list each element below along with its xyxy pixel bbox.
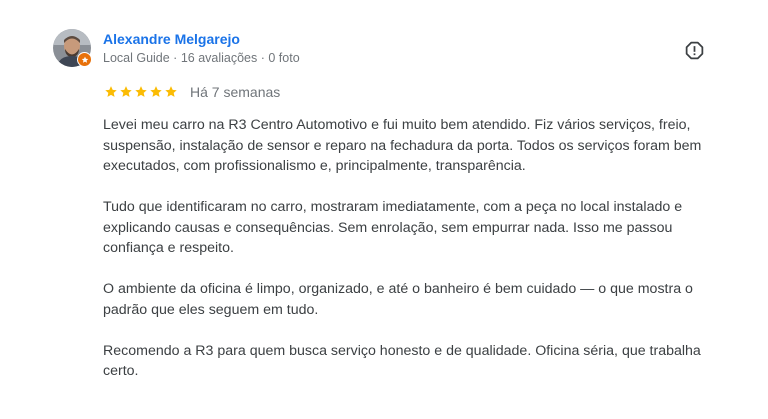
star-rating bbox=[104, 85, 178, 99]
rating-row: Há 7 semanas bbox=[104, 84, 280, 100]
review-card: Alexandre Melgarejo Local Guide · 16 ava… bbox=[0, 0, 768, 419]
report-flag-icon[interactable] bbox=[684, 40, 705, 61]
review-paragraph: O ambiente da oficina é limpo, organizad… bbox=[103, 281, 693, 318]
star-icon bbox=[150, 86, 162, 97]
local-guide-star-icon bbox=[77, 52, 92, 67]
review-paragraph: Tudo que identificaram no carro, mostrar… bbox=[103, 199, 683, 256]
star-icon bbox=[105, 86, 117, 97]
reviewer-name-link[interactable]: Alexandre Melgarejo bbox=[103, 31, 240, 47]
review-paragraph: Levei meu carro na R3 Centro Automotivo … bbox=[103, 117, 702, 174]
review-text: Levei meu carro na R3 Centro Automotivo … bbox=[103, 115, 733, 402]
star-icon bbox=[165, 86, 177, 97]
star-icon bbox=[135, 86, 147, 97]
star-icon bbox=[120, 86, 132, 97]
avatar[interactable] bbox=[53, 29, 92, 67]
reviewer-meta: Local Guide · 16 avaliações · 0 foto bbox=[103, 51, 300, 65]
review-date: Há 7 semanas bbox=[190, 84, 281, 100]
review-paragraph: Recomendo a R3 para quem busca serviço h… bbox=[103, 342, 701, 380]
